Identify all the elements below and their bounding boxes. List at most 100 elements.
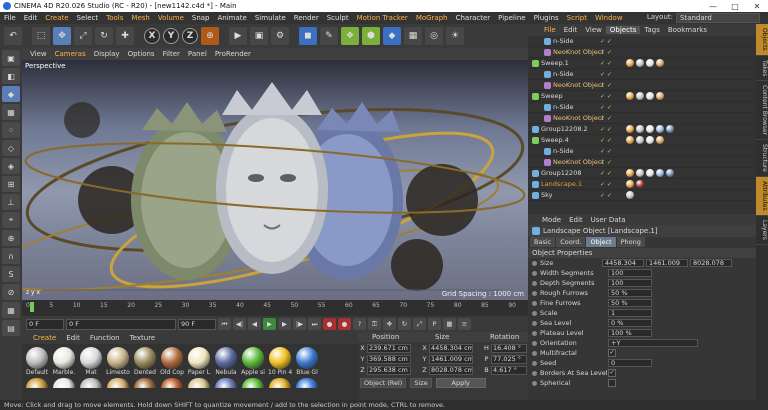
object-menu-bookmarks[interactable]: Bookmarks [664, 26, 711, 34]
size-z-field[interactable]: 8028.078 [690, 259, 732, 267]
points-mode-icon[interactable]: ⁘ [2, 122, 20, 138]
object-row[interactable]: Group12208.2 ✓ ✓ [528, 124, 756, 135]
cube-icon[interactable]: ◼ [299, 27, 317, 45]
object-row[interactable]: Landscape.1 ✓ ✓ [528, 179, 756, 190]
object-menu-tags[interactable]: Tags [640, 26, 664, 34]
object-row[interactable]: NeoKnot Object ✓ ✓ [528, 80, 756, 91]
object-name[interactable]: NeoKnot Object [553, 114, 604, 122]
rotation-b-field[interactable]: 4.617 ° [491, 365, 527, 375]
object-name[interactable]: Sweep.1 [541, 59, 569, 67]
size-x-field[interactable]: 4458.304 [602, 259, 644, 267]
material-tag-icon[interactable] [636, 180, 644, 188]
material-tag-icon[interactable] [646, 125, 654, 133]
end-frame-field[interactable]: 90 F [178, 318, 216, 330]
menu-render[interactable]: Render [290, 14, 323, 22]
material-swatch[interactable] [160, 378, 184, 388]
coordinate-mode-select[interactable]: Object (Rel) [360, 378, 407, 388]
keyframe-dot[interactable] [532, 340, 537, 346]
render-region-icon[interactable]: ▣ [250, 27, 268, 45]
viewport-menu-prorender[interactable]: ProRender [211, 50, 255, 58]
menu-animate[interactable]: Animate [214, 14, 251, 22]
menu-select[interactable]: Select [73, 14, 103, 22]
material-tag-icon[interactable] [626, 191, 634, 199]
attribute-menu-mode[interactable]: Mode [538, 216, 565, 224]
material-tag-icon[interactable] [626, 169, 634, 177]
object-name[interactable]: Sky [541, 191, 553, 199]
material-tag-icon[interactable] [646, 136, 654, 144]
material-swatch[interactable]: Nebula [214, 347, 238, 376]
render-view-icon[interactable]: ▶ [229, 27, 247, 45]
pen-spline-icon[interactable]: ✎ [320, 27, 338, 45]
keyframe-dot[interactable] [532, 310, 537, 316]
previous-key-button[interactable]: ◀| [233, 318, 246, 330]
attribute-field[interactable]: 50 % [608, 299, 652, 307]
object-row[interactable]: NeoKnot Object ✓ ✓ [528, 47, 756, 58]
frame-range-slider[interactable]: 0 F [66, 318, 176, 330]
attribute-select[interactable]: +Y [608, 339, 698, 347]
attribute-field[interactable]: 100 % [608, 329, 652, 337]
visibility-flags[interactable]: ✓ ✓ [600, 104, 612, 111]
material-swatch[interactable] [241, 378, 265, 388]
size-y-field[interactable]: 1461.009 cm [429, 354, 473, 364]
attribute-field[interactable]: 0 % [608, 319, 652, 327]
x-axis-lock-button[interactable]: X [144, 28, 160, 44]
material-tag-icon[interactable] [656, 59, 664, 67]
apply-button[interactable]: Apply [435, 378, 486, 388]
keyframe-dot[interactable] [532, 370, 537, 376]
viewport-menu-options[interactable]: Options [124, 50, 159, 58]
polygons-mode-icon[interactable]: ◈ [2, 158, 20, 174]
workplane-lock-icon[interactable]: ⊘ [2, 284, 20, 300]
key-all-button[interactable]: ⚿ [368, 318, 381, 330]
record-rotation-button[interactable]: ↻ [398, 318, 411, 330]
material-swatch[interactable] [79, 378, 103, 388]
previous-frame-button[interactable]: ◀ [248, 318, 261, 330]
viewport-menu-filter[interactable]: Filter [159, 50, 184, 58]
move-tool-icon[interactable]: ✥ [53, 27, 71, 45]
menu-plugins[interactable]: Plugins [530, 14, 563, 22]
attribute-field[interactable]: 1 [608, 309, 652, 317]
tab-object[interactable]: Object [586, 237, 616, 247]
position-x-field[interactable]: 239.671 cm [367, 343, 411, 353]
attribute-menu-user-data[interactable]: User Data [587, 216, 630, 224]
size-mode-select[interactable]: Size [410, 378, 432, 388]
material-swatch[interactable]: Old Cop [160, 347, 184, 376]
visibility-flags[interactable]: ✓ ✓ [600, 159, 612, 166]
side-tab-layers[interactable]: Layers [756, 216, 768, 245]
material-tag-icon[interactable] [636, 136, 644, 144]
material-menu-edit[interactable]: Edit [61, 334, 85, 342]
viewport-menu-display[interactable]: Display [90, 50, 124, 58]
material-tag-icon[interactable] [656, 92, 664, 100]
light-icon[interactable]: ☀ [446, 27, 464, 45]
keyframe-selection-button[interactable]: ? [353, 318, 366, 330]
tab-basic[interactable]: Basic [530, 237, 556, 247]
record-scale-button[interactable]: ⤢ [413, 318, 426, 330]
attribute-field[interactable]: 0 [608, 359, 652, 367]
material-swatch[interactable]: Blue Gl [295, 347, 319, 376]
rotation-p-field[interactable]: 77.025 ° [491, 354, 527, 364]
position-y-field[interactable]: 369.588 cm [367, 354, 411, 364]
visibility-flags[interactable]: ✓ ✓ [600, 181, 612, 188]
perspective-viewport[interactable]: Perspective z y x Grid Spacing : 1000 cm [22, 60, 528, 300]
object-row[interactable]: n-Side ✓ ✓ [528, 146, 756, 157]
tab-coord[interactable]: Coord. [556, 237, 586, 247]
material-tag-icon[interactable] [636, 169, 644, 177]
object-name[interactable]: Sweep [541, 92, 563, 100]
object-name[interactable]: NeoKnot Object [553, 81, 604, 89]
object-row[interactable]: n-Side ✓ ✓ [528, 69, 756, 80]
menu-window[interactable]: Window [591, 14, 627, 22]
side-tab-content-browser[interactable]: Content Browser [756, 81, 768, 141]
side-tab-structure[interactable]: Structure [756, 140, 768, 178]
material-tag-icon[interactable] [626, 59, 634, 67]
size-x-field[interactable]: 4458.304 cm [429, 343, 473, 353]
material-swatch[interactable]: Mat [79, 347, 103, 376]
visibility-flags[interactable]: ✓ ✓ [600, 192, 612, 199]
undo-icon[interactable]: ↶ [4, 27, 22, 45]
menu-mograph[interactable]: MoGraph [412, 14, 452, 22]
visibility-flags[interactable]: ✓ ✓ [600, 93, 612, 100]
menu-create[interactable]: Create [41, 14, 72, 22]
menu-character[interactable]: Character [452, 14, 495, 22]
viewport-menu-view[interactable]: View [26, 50, 51, 58]
material-tag-icon[interactable] [646, 169, 654, 177]
keyframe-dot[interactable] [532, 320, 537, 326]
solo-icon[interactable]: S [2, 266, 20, 282]
